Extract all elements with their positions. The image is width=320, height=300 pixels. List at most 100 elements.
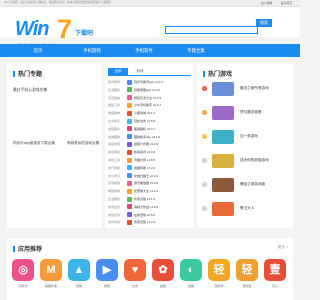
list-item[interactable]: 生活服务 外卖点餐 v3.1.4 xyxy=(108,195,192,203)
app-icon[interactable]: ▲ xyxy=(68,259,90,281)
hot-game-item[interactable]: 5 牌品之城游戏版 xyxy=(202,177,288,193)
app-list-panel: 全部 游戏 教育教学 同步乐教育app v4.2.1 生活服务 智能家居app v1.… xyxy=(105,63,194,228)
logo-seven: 7 xyxy=(57,14,73,44)
rank-badge: 3 xyxy=(202,134,207,139)
app-label: 轻阅读 xyxy=(242,284,252,288)
list-item[interactable]: 教育教学 同步乐教育app v4.2.1 xyxy=(108,78,192,86)
list-item[interactable]: 网络购物 优惠券大全 v1.2.1 xyxy=(108,187,192,195)
list-item[interactable]: 网络购物 小鹿商城 v5.1.2 xyxy=(108,109,192,117)
list-item[interactable]: 出行导航 地图导航 v7.2.0 xyxy=(108,164,192,172)
nav-item-mobile-games[interactable]: 手机游戏 xyxy=(74,44,110,57)
app-label: 美团外卖 xyxy=(44,284,57,288)
hot-game-item[interactable]: 3 加一秀游戏 xyxy=(202,129,288,145)
topic-link[interactable]: 同步乐app使用发下载合集 xyxy=(13,141,55,146)
hot-game-item[interactable]: 2 梦幻魔法城堡 xyxy=(202,105,288,121)
game-thumbnail xyxy=(212,154,234,168)
hot-game-item[interactable]: 4 成为你的老板游戏 xyxy=(202,153,288,169)
list-item[interactable]: 拍照美化 美颜相机 v6.0.1 xyxy=(108,125,192,133)
list-item[interactable]: 便捷工具 小叶手机助手 v2.0.7 xyxy=(108,101,192,109)
site-header: Win 7 下载吧 WWW.WIN7XZB.COM xyxy=(0,7,300,46)
recommended-apps-panel: 应用推荐 更多 > ◎ 同步乐 M 美团外卖 ▲ 导航 ▶ 视频 ♥ 交友 ✿ 拍照 ◐ 直播 轻轻松学 轻轻… xyxy=(7,238,293,300)
nav-item-topics[interactable]: 专题合集 xyxy=(178,44,214,57)
app-icon xyxy=(127,219,132,225)
app-icon[interactable]: ♥ xyxy=(124,259,146,281)
hot-game-item[interactable]: 6 警卫大人 xyxy=(202,201,288,217)
nav-item-home[interactable]: 首页 xyxy=(20,44,56,57)
app-label: 交友 xyxy=(131,284,138,288)
list-item[interactable]: 角色扮演 仙侠奇缘 v2.6.0 xyxy=(108,211,192,219)
list-item-name: 仙侠奇缘 v2.6.0 xyxy=(134,212,156,217)
app-icon xyxy=(127,87,132,93)
nav-item-mobile-apps[interactable]: 手机软件 xyxy=(126,44,162,57)
tab-all[interactable]: 全部 xyxy=(108,68,128,75)
list-item[interactable]: 运动健康 健康计步器 v3.3.9 xyxy=(108,140,192,148)
add-favorite-link[interactable]: 加入收藏 xyxy=(261,1,272,5)
search-button[interactable]: 搜索 xyxy=(256,19,272,27)
rank-badge: 6 xyxy=(202,206,207,211)
site-logo[interactable]: Win 7 下载吧 WWW.WIN7XZB.COM xyxy=(15,14,93,46)
game-thumbnail xyxy=(212,130,234,144)
app-icon[interactable]: 轻 xyxy=(236,259,258,281)
app-icon[interactable]: 轻 xyxy=(208,259,230,281)
list-item-category: 影音播放 xyxy=(108,181,121,186)
list-item[interactable]: 金融理财 理财助手app v2.1.0 xyxy=(108,133,192,141)
list-item[interactable]: 办公学习 文档扫描王 v2.4.3 xyxy=(108,172,192,180)
search-input[interactable] xyxy=(166,36,250,42)
top-notice-bar: Win7下载吧，专业正版系统下载站点，欢迎您的访问！本站为您提供最新系统及软件下… xyxy=(0,0,300,7)
app-icon[interactable]: ▶ xyxy=(96,259,118,281)
more-link[interactable]: 更多 > xyxy=(278,245,288,250)
rank-badge: 4 xyxy=(202,158,207,163)
list-item-name: 美颜相机 v6.0.1 xyxy=(134,126,156,131)
app-icon-row: ◎ 同步乐 M 美团外卖 ▲ 导航 ▶ 视频 ♥ 交友 ✿ 拍照 ◐ 直播 轻轻松学 轻轻阅读 壹壹心 xyxy=(12,259,292,291)
list-item-category: 拍照美化 xyxy=(108,126,121,131)
app-label: 壹心 xyxy=(271,284,278,288)
list-item-name: 音乐播放器 v5.0.6 xyxy=(134,181,159,186)
app-icon[interactable]: 壹 xyxy=(264,259,286,281)
list-item-name: 勇者无敌 v1.3.3 xyxy=(134,220,156,225)
topic-link[interactable]: 养我类似的游戏合集 xyxy=(67,141,99,146)
app-icon[interactable]: ✿ xyxy=(152,259,174,281)
app-label: 拍照 xyxy=(159,284,166,288)
list-item[interactable]: 休闲益智 消除大作战 v1.0.9 xyxy=(108,203,192,211)
game-name: 警卫大人 xyxy=(240,206,255,210)
hot-topics-title-text: 热门专题 xyxy=(18,72,43,78)
set-homepage-link[interactable]: 设为首页 xyxy=(281,1,292,5)
hot-game-item[interactable]: 1 魔法之家所有游戏 xyxy=(202,81,288,97)
list-item[interactable]: 动作冒险 勇者无敌 v1.3.3 xyxy=(108,218,192,226)
list-item-name: 健康计步器 v3.3.9 xyxy=(134,142,159,147)
list-item-name: 同步乐教育app v4.2.1 xyxy=(134,80,164,84)
app-icon xyxy=(127,110,132,116)
recommended-apps-title: 应用推荐 xyxy=(13,244,42,253)
list-item[interactable]: 影音播放 视频高清大全 v3.0.4 xyxy=(108,94,192,102)
list-item-name: 轻松交友 v1.5.8 xyxy=(134,119,156,123)
app-label: 导航 xyxy=(75,284,82,288)
list-item-name: 小鹿商城 v5.1.2 xyxy=(134,111,156,116)
list-item[interactable]: 系统工具 清理大师 v1.8.5 xyxy=(108,156,192,164)
app-icon xyxy=(127,118,132,124)
list-item-category: 生活服务 xyxy=(108,197,121,201)
list-item[interactable]: 生活服务 智能家居app v1.2.3 xyxy=(108,86,192,94)
game-thumbnail xyxy=(212,202,234,216)
list-item-category: 办公学习 xyxy=(108,173,121,178)
hot-games-panel: 热门游戏 1 魔法之家所有游戏 2 梦幻魔法城堡 3 加一秀游戏 4 成为你的老板游戏 5 牌品之… xyxy=(197,63,293,228)
list-item-category: 网络购物 xyxy=(108,111,121,116)
app-label: 直播 xyxy=(187,284,194,288)
tab-games[interactable]: 游戏 xyxy=(130,68,150,75)
logo-prefix: Win xyxy=(15,18,49,40)
app-icon[interactable]: M xyxy=(40,259,62,281)
game-name: 梦幻魔法城堡 xyxy=(240,110,262,114)
app-label: 轻松学 xyxy=(214,284,224,288)
main-nav: 首页 手机游戏 手机软件 专题合集 xyxy=(0,44,300,57)
list-item-category: 社交聊天 xyxy=(108,119,121,123)
list-item[interactable]: 社交聊天 轻松交友 v1.5.8 xyxy=(108,117,192,125)
list-item[interactable]: 影音播放 音乐播放器 v5.0.6 xyxy=(108,179,192,187)
app-icon[interactable]: ◐ xyxy=(180,259,202,281)
app-icon xyxy=(127,149,132,155)
search-box xyxy=(165,26,258,42)
list-item[interactable]: 新闻阅读 新闻资讯 v4.0.2 xyxy=(108,148,192,156)
app-icon[interactable]: ◎ xyxy=(12,259,34,281)
topic-link[interactable]: 最红手机心游戏合集 xyxy=(13,88,47,93)
app-icon xyxy=(127,188,132,194)
recommended-apps-title-text: 应用推荐 xyxy=(18,247,43,253)
app-icon xyxy=(127,173,132,179)
